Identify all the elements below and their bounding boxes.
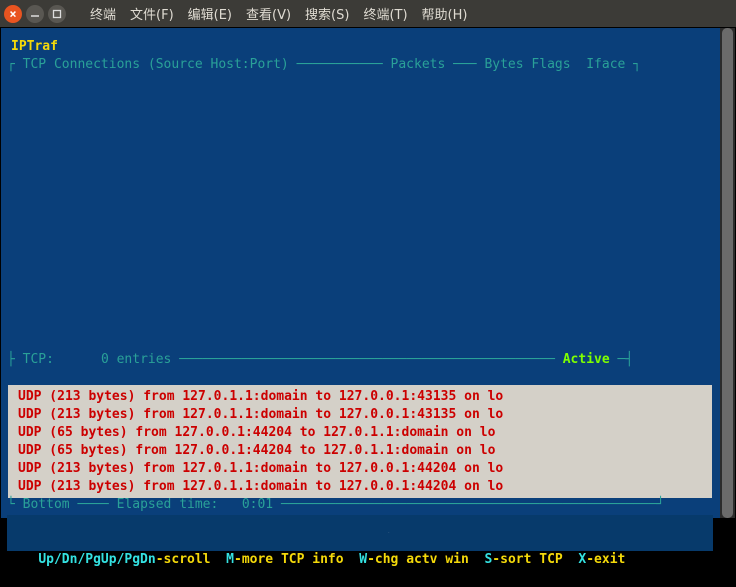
tcp-header-border: ┌ TCP Connections (Source Host:Port) ───… [7,56,641,74]
udp-row: UDP (65 bytes) from 127.0.0.1:44204 to 1… [18,442,702,460]
window-titlebar: × 终端 文件(F) 编辑(E) 查看(V) 搜索(S) 终端(T) 帮助(H) [0,0,736,27]
close-icon[interactable]: × [4,5,22,23]
key-help-line: Up/Dn/PgUp/PgDn-scroll M-more TCP info W… [7,533,713,551]
menu-terminal-app[interactable]: 终端 [90,4,116,23]
udp-panel: UDP (213 bytes) from 127.0.1.1:domain to… [8,385,712,498]
menu-terminal[interactable]: 终端(T) [363,4,407,23]
menu-view[interactable]: 查看(V) [246,4,291,23]
menu-file[interactable]: 文件(F) [130,4,174,23]
menu-edit[interactable]: 编辑(E) [188,4,232,23]
udp-row: UDP (213 bytes) from 127.0.1.1:domain to… [18,460,702,478]
udp-row: UDP (213 bytes) from 127.0.1.1:domain to… [18,478,702,496]
maximize-icon[interactable] [48,5,66,23]
minimize-icon[interactable] [26,5,44,23]
app-title: IPTraf [11,38,58,56]
bottom-border-line: └ Bottom ──── Elapsed time: 0:01 ───────… [7,496,664,514]
menubar: 终端 文件(F) 编辑(E) 查看(V) 搜索(S) 终端(T) 帮助(H) [70,4,732,23]
scrollbar[interactable] [720,28,735,518]
status-line: Pkts captured (all interfaces): 61 │ No … [7,515,713,533]
udp-row: UDP (65 bytes) from 127.0.0.1:44204 to 1… [18,424,702,442]
scrollbar-thumb[interactable] [722,28,733,518]
udp-row: UDP (213 bytes) from 127.0.1.1:domain to… [18,388,702,406]
udp-row: UDP (213 bytes) from 127.0.1.1:domain to… [18,406,702,424]
menu-help[interactable]: 帮助(H) [422,4,468,23]
tcp-summary-line: ├ TCP: 0 entries ───────────────────────… [7,351,633,369]
menu-search[interactable]: 搜索(S) [305,4,349,23]
terminal-viewport[interactable]: IPTraf ┌ TCP Connections (Source Host:Po… [0,27,736,519]
